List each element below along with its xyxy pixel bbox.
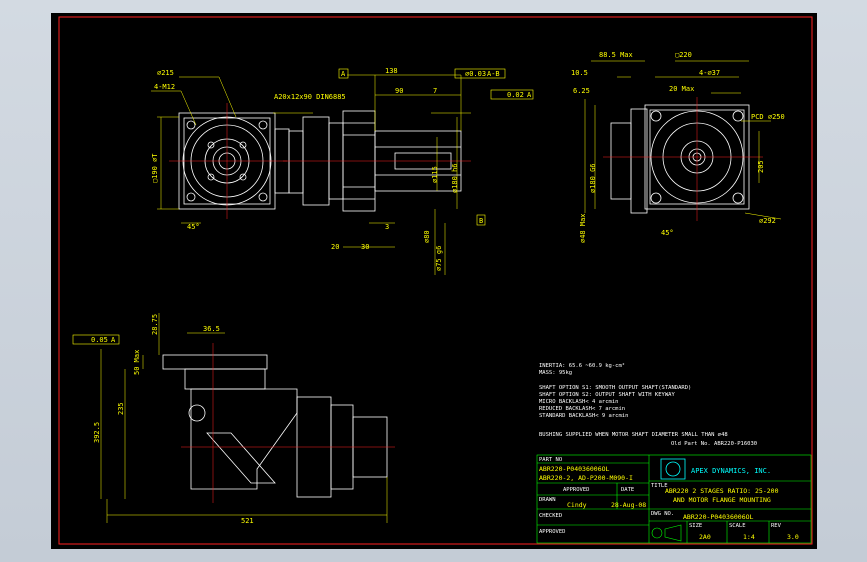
flatness-value: 0.05 [91, 336, 108, 344]
bottom-dim-365: 36.5 [203, 325, 220, 333]
side-dia-180: ⌀180 h6 [451, 163, 459, 193]
side-dia-75: ⌀75 g6 [435, 246, 443, 271]
projection-symbol-icon [651, 527, 663, 539]
tb-approved2-label: APPROVED [539, 529, 566, 535]
company-logo-icon [665, 461, 681, 477]
spec-opt2: SHAFT OPTION S2: OUTPUT SHAFT WITH KEYWA… [539, 392, 675, 398]
bottom-dim-521: 521 [241, 517, 254, 525]
right-dia-37: 4-⌀37 [699, 69, 720, 77]
right-dim-10: 10.5 [571, 69, 588, 77]
tb-part-1: ABR220-P04036006OL [539, 465, 610, 473]
side-dia-bore: ⌀80 [423, 230, 431, 243]
bottom-dim-3925: 392.5 [93, 422, 101, 443]
concentricity-ref: A-B [487, 70, 500, 78]
bottom-dim-50: 50 Max [133, 350, 141, 375]
side-dim-3: 3 [385, 223, 389, 231]
tb-scale: 1:4 [743, 533, 755, 541]
right-sq-220: ▢220 [675, 51, 692, 59]
right-dim-20: 20 Max [669, 85, 694, 93]
spec-inertia: INERTIA: 65.6 ~60.9 kg-cm² [539, 362, 625, 369]
perp-ref: A [527, 91, 532, 99]
tb-dwg-no: ABR220-P04036006OL [683, 513, 754, 521]
front-dimensions [151, 76, 237, 224]
tb-dwg-label: DWG NO. [651, 511, 674, 517]
projection-cone-icon [664, 524, 682, 542]
side-dim-20: 20 [331, 243, 339, 251]
spec-reduced: REDUCED BACKLASH< 7 arcmin [539, 406, 625, 412]
spec-bushing: BUSHING SUPPLIED WHEN MOTOR SHAFT DIAMET… [539, 432, 728, 438]
right-pcd: PCD ⌀250 [751, 113, 785, 121]
bottom-view [162, 354, 388, 498]
front-dia-215: ⌀215 [157, 69, 174, 77]
side-dim-90: 90 [395, 87, 403, 95]
right-dim-6: 6.25 [573, 87, 590, 95]
tb-checked-label: CHECKED [539, 513, 562, 519]
side-dim-7: 7 [433, 87, 437, 95]
bottom-dim-235: 235 [117, 402, 125, 415]
bottom-centerlines [181, 343, 395, 503]
spec-opt1: SHAFT OPTION S1: SMOOTH OUTPUT SHAFT(STA… [539, 385, 691, 391]
tb-drawn-by: Cindy [567, 501, 587, 509]
tb-rev-label: REV [771, 523, 782, 529]
right-dia-180: ⌀180 G6 [589, 163, 597, 193]
side-dim-138: 138 [385, 67, 398, 75]
datum-a: A [341, 70, 346, 78]
specs-notes: INERTIA: 65.6 ~60.9 kg-cm² MASS: 95kg SH… [539, 362, 757, 447]
concentricity-value: ⌀0.03 [465, 70, 486, 78]
side-dim-30: 30 [361, 243, 369, 251]
cad-drawing: ⌀215 4-M12 ▢190 ⌀T 45° A 138 ⌀0.03 A-B A… [58, 16, 813, 545]
spec-micro: MICRO BACKLASH< 4 arcmin [539, 399, 618, 405]
tb-part-label: PART NO [539, 457, 562, 463]
tb-title-1: ABR220 2 STAGES RATIO: 25-200 [665, 487, 779, 495]
spec-mass: MASS: 95kg [539, 370, 572, 376]
front-centerlines [169, 103, 287, 219]
tb-date-label: DATE [621, 487, 634, 493]
spec-old-part: Old Part No. ABR220-P16030 [671, 441, 757, 447]
right-view [610, 104, 750, 214]
tb-drawn-label: DRAWN [539, 497, 556, 503]
right-dia-292: ⌀292 [759, 217, 776, 225]
tb-scale-label: SCALE [729, 523, 746, 529]
right-angle-45: 45° [661, 229, 674, 237]
tb-size-label: SIZE [689, 523, 702, 529]
right-dia-max: ⌀48 Max [579, 213, 587, 243]
tb-rev: 3.0 [787, 533, 799, 541]
bottom-dim-2875: 28.75 [151, 314, 159, 335]
bottom-dimensions [100, 313, 388, 523]
tb-title-2: AND MOTOR FLANGE MOUNTING [673, 496, 771, 504]
right-dim-205: 205 [757, 160, 765, 173]
front-angle-45: 45° [187, 223, 200, 231]
side-keyway: A20x12x90 DIN6885 [274, 93, 346, 101]
flatness-ref: A [111, 336, 116, 344]
tb-approved-label: APPROVED [563, 487, 590, 493]
tb-size: 2A0 [699, 533, 711, 541]
right-dim-88: 88.5 Max [599, 51, 633, 59]
right-centerlines [603, 97, 763, 221]
perp-value: 0.02 [507, 91, 524, 99]
tb-part-2: ABR220-2, AD-P200-M090-I [539, 474, 633, 482]
side-dia-115: ⌀115 [431, 166, 439, 183]
front-square-190: ▢190 ⌀T [151, 153, 159, 183]
datum-b: B [479, 217, 483, 225]
drawing-sheet: ⌀215 4-M12 ▢190 ⌀T 45° A 138 ⌀0.03 A-B A… [51, 13, 817, 549]
tb-drawn-date: 28-Aug-08 [611, 501, 646, 509]
front-bolts: 4-M12 [154, 83, 175, 91]
tb-company: APEX DYNAMICS, INC. [691, 467, 771, 475]
spec-standard: STANDARD BACKLASH< 9 arcmin [539, 413, 628, 419]
sheet-border [58, 16, 813, 545]
